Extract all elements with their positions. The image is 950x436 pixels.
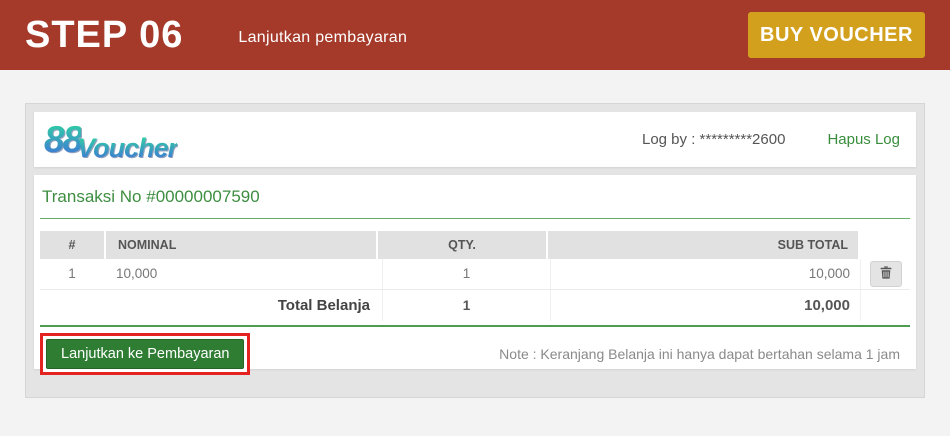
step-banner: STEP 06 Lanjutkan pembayaran BUY VOUCHER <box>0 0 950 70</box>
panel-footer: Lanjutkan ke Pembayaran Note : Keranjang… <box>40 325 910 375</box>
col-header-qty: QTY. <box>378 231 546 259</box>
table-total-row: Total Belanja 1 10,000 <box>40 290 910 321</box>
col-header-subtotal: SUB TOTAL <box>548 231 858 259</box>
total-subtotal: 10,000 <box>550 290 860 321</box>
checkout-card: 88 Voucher Log by : *********2600 Hapus … <box>25 103 925 398</box>
total-spacer <box>40 290 104 321</box>
table-row: 1 10,000 1 10,000 <box>40 259 910 290</box>
step-number-label: STEP 06 <box>25 14 183 57</box>
logo-text-88: 88 <box>44 121 81 158</box>
total-label: Total Belanja <box>104 290 382 321</box>
step-subtitle: Lanjutkan pembayaran <box>238 29 407 47</box>
table-header-row: # NOMINAL QTY. SUB TOTAL <box>40 231 910 259</box>
cell-nominal: 10,000 <box>104 259 382 289</box>
col-header-nominal: NOMINAL <box>106 231 376 259</box>
logo-bar: 88 Voucher Log by : *********2600 Hapus … <box>34 112 916 167</box>
log-by-label: Log by : *********2600 <box>642 131 785 148</box>
cell-qty: 1 <box>382 259 550 289</box>
site-logo[interactable]: 88 Voucher <box>44 121 177 158</box>
cell-action <box>860 259 910 289</box>
continue-payment-button[interactable]: Lanjutkan ke Pembayaran <box>46 339 244 369</box>
trash-icon <box>880 266 892 282</box>
col-header-action <box>860 231 910 259</box>
total-action-spacer <box>860 290 910 321</box>
hapus-log-link[interactable]: Hapus Log <box>827 131 900 148</box>
total-qty: 1 <box>382 290 550 321</box>
transaction-panel: Transaksi No #00000007590 # NOMINAL QTY.… <box>34 175 916 369</box>
transaction-number-heading: Transaksi No #00000007590 <box>40 185 910 219</box>
delete-item-button[interactable] <box>870 261 902 287</box>
cell-index: 1 <box>40 259 104 289</box>
page: STEP 06 Lanjutkan pembayaran BUY VOUCHER… <box>0 0 950 436</box>
col-header-index: # <box>40 231 104 259</box>
session-info: Log by : *********2600 Hapus Log <box>642 131 900 148</box>
cart-table: # NOMINAL QTY. SUB TOTAL 1 10,000 1 10,0… <box>40 231 910 321</box>
cart-expiry-note: Note : Keranjang Belanja ini hanya dapat… <box>499 346 900 362</box>
buy-voucher-button[interactable]: BUY VOUCHER <box>748 12 925 58</box>
cell-subtotal: 10,000 <box>550 259 860 289</box>
logo-text-voucher: Voucher <box>77 135 177 162</box>
tutorial-highlight-box: Lanjutkan ke Pembayaran <box>40 333 250 375</box>
